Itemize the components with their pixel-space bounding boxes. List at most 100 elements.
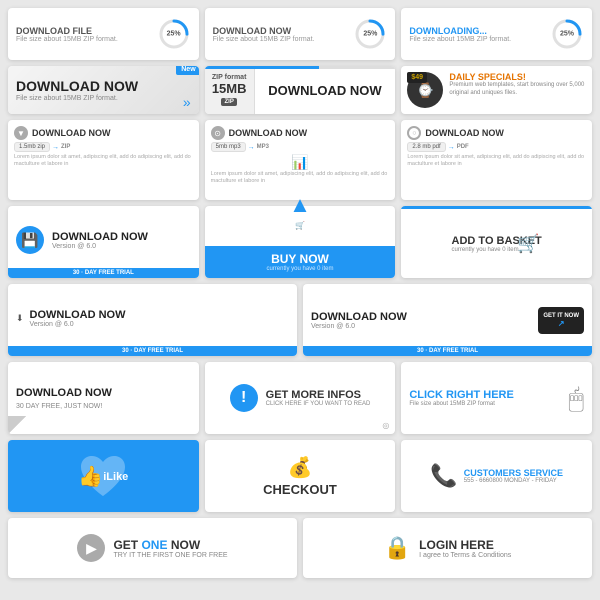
checkout-card[interactable]: 💰 CHECKOUT [205, 440, 396, 512]
thumb-up-icon: 👍 [78, 464, 103, 489]
ilike-label: iLike [103, 471, 128, 483]
arrow-icon-1: → [52, 144, 59, 151]
format-badge-2: MP3 [257, 144, 269, 150]
file-size-tag-1: 1.5mb zip [14, 142, 50, 152]
get-one-card[interactable]: ▶ GET ONE NOW TRY IT THE FIRST ONE FOR F… [8, 518, 297, 578]
get-one-sub: TRY IT THE FIRST ONE FOR FREE [113, 552, 227, 559]
pct-2: 25% [363, 31, 377, 38]
arrow-icon-3: → [448, 144, 455, 151]
file-size-row: 1.5mb zip → ZIP [14, 142, 70, 152]
floppy-icon: 💾 [16, 226, 44, 254]
dl-v2-card[interactable]: 💾 DOWNLOAD NOW Version @ 6.0 30 · DAY FR… [8, 206, 199, 278]
card3-title: Downloading... [409, 26, 550, 36]
click-here-card[interactable]: CLICK RIGHT HERE File size about 15MB ZI… [401, 362, 592, 434]
pct-1: 25% [167, 31, 181, 38]
ribbon-new: New [176, 66, 198, 75]
format-badge-1: ZIP [61, 144, 70, 150]
bar-chart-icon: 📊 [211, 154, 390, 171]
card3-sub: File size about 15MB ZIP format. [409, 36, 550, 43]
dl-mp3-detail-card[interactable]: ⊙ DOWNLOAD NOW 5mb mp3 → MP3 📊 Lorem ips… [205, 120, 396, 200]
zip-left: ZIP format 15MB ZIP [205, 66, 255, 114]
zip-format-label: ZIP format [212, 74, 247, 81]
zip-size-label: 15MB [212, 81, 247, 96]
dl-v2b-icon: ⬇ [16, 313, 24, 324]
get-it-now-card[interactable]: DOWNLOAD NOW Version @ 6.0 GET IT NOW ↗ … [303, 284, 592, 356]
click-here-sub: File size about 15MB ZIP format [409, 401, 514, 407]
basket-sub: currently you have 0 item [452, 247, 519, 253]
dl-v2b-main: DOWNLOAD NOW [30, 309, 126, 321]
get-it-version: Version @ 6.0 [311, 323, 538, 330]
dl-v2-card-b[interactable]: ⬇ DOWNLOAD NOW Version @ 6.0 30 · DAY FR… [8, 284, 297, 356]
dl-v2-main: DOWNLOAD NOW [52, 231, 148, 243]
format-badge-3: PDF [457, 144, 469, 150]
get-one-main: GET ONE NOW [113, 538, 227, 552]
buy-now-card-wrap[interactable]: ▲ 🛒 BUY NOW currently you have 0 item [205, 206, 396, 278]
card2-title: DOWNLOAD NOW [213, 26, 354, 36]
customers-sub: 555 - 6660800 MONDAY - FRIDAY [464, 478, 563, 484]
file-size-tag-2: 5mb mp3 [211, 142, 246, 152]
card1-title: Download file [16, 26, 157, 36]
login-main: LOGIN HERE [419, 538, 511, 552]
basket-icon: 🛒 [517, 233, 539, 254]
daily-content: DAILY SPECIALS! Premium web templates, s… [449, 72, 586, 98]
file-size-tag-3: 2.8 mb pdf [407, 142, 445, 152]
get-it-badge[interactable]: GET IT NOW ↗ [538, 307, 584, 334]
curl-sub: 30 DAY FREE, JUST NOW! [16, 403, 102, 410]
circle-icon: ⊙ [211, 126, 225, 140]
dl-mp3-label: DOWNLOAD NOW [229, 128, 308, 138]
phone-icon: 📞 [430, 463, 457, 489]
get-one-text: GET ONE NOW TRY IT THE FIRST ONE FOR FRE… [113, 538, 227, 559]
get-it-text-area: DOWNLOAD NOW Version @ 6.0 [311, 311, 538, 330]
zip-btn-label: DOWNLOAD NOW [255, 83, 396, 98]
download-big-card[interactable]: New DOWNLOAD NOW File size about 15MB ZI… [8, 66, 199, 114]
get-it-badge-label: GET IT NOW [543, 313, 579, 319]
hand-cursor-icon: 🖱 [568, 385, 584, 411]
card2-sub: File size about 15MB ZIP format. [213, 36, 354, 43]
dl-pdf-detail-card[interactable]: ○ DOWNLOAD NOW 2.8 mb pdf → PDF Lorem ip… [401, 120, 592, 200]
login-card[interactable]: 🔒 LOGIN HERE I agree to Terms & Conditio… [303, 518, 592, 578]
dl-pdf-label: DOWNLOAD NOW [425, 128, 504, 138]
file-size-row-2: 5mb mp3 → MP3 [211, 142, 269, 152]
card1-sub: File size about 15MB ZIP format. [16, 36, 157, 43]
dl-zip-detail-card[interactable]: ▼ DOWNLOAD NOW 1.5mb zip → ZIP Lorem ips… [8, 120, 199, 200]
corner-badge: ◎ [382, 421, 389, 430]
ilike-card[interactable]: 👍 iLike [8, 440, 199, 512]
daily-specials-card[interactable]: ⌚ DAILY SPECIALS! Premium web templates,… [401, 66, 592, 114]
body-text-3: Lorem ipsum dolor sit amet, adipiscing e… [407, 154, 586, 168]
download-file-card[interactable]: Download file File size about 15MB ZIP f… [8, 8, 199, 60]
chevrons-icon: » [183, 94, 191, 110]
zip-download-card[interactable]: ZIP format 15MB ZIP DOWNLOAD NOW [205, 66, 396, 114]
download-now-card-1[interactable]: DOWNLOAD NOW File size about 15MB ZIP fo… [205, 8, 396, 60]
daily-title: DAILY SPECIALS! [449, 72, 586, 82]
lock-icon: 🔒 [384, 535, 411, 561]
click-here-main: CLICK RIGHT HERE [409, 389, 514, 401]
downloading-card[interactable]: Downloading... File size about 15MB ZIP … [401, 8, 592, 60]
arrow-up-icon: ▲ [289, 194, 311, 216]
checkout-main: CHECKOUT [263, 482, 337, 497]
arrow-icon-2: → [248, 144, 255, 151]
trial-bar-1: 30 · DAY FREE TRIAL [8, 268, 199, 278]
get-it-arrow: ↗ [543, 319, 579, 328]
progress-ring-1: 25% [157, 17, 191, 51]
more-infos-sub: CLICK HERE IF YOU WANT TO READ [266, 401, 371, 407]
file-size-row-3: 2.8 mb pdf → PDF [407, 142, 468, 152]
get-it-main: DOWNLOAD NOW [311, 311, 538, 323]
trial-bar-2: 30 · DAY FREE TRIAL [8, 346, 297, 356]
buy-now-sub: currently you have 0 item [209, 266, 392, 272]
body-text-2: Lorem ipsum dolor sit amet, adipiscing e… [211, 171, 390, 185]
more-infos-card[interactable]: ! GET MORE INFOS CLICK HERE IF YOU WANT … [205, 362, 396, 434]
curl-corner-icon [8, 416, 26, 434]
progress-ring-2: 25% [353, 17, 387, 51]
exclamation-icon: ! [230, 384, 258, 412]
dl-big-sub: File size about 15MB ZIP format. [16, 95, 118, 102]
coins-icon: 💰 [288, 455, 313, 480]
login-sub: I agree to Terms & Conditions [419, 552, 511, 559]
basket-card[interactable]: ADD TO BASKET currently you have 0 item … [401, 206, 592, 278]
dl-zip-label: DOWNLOAD NOW [32, 128, 111, 138]
customers-card[interactable]: 📞 CUSTOMERS SERVICE 555 - 6660800 MONDAY… [401, 440, 592, 512]
daily-sub: Premium web templates, start browsing ov… [449, 82, 586, 98]
pct-3: 25% [560, 31, 574, 38]
curl-dl-card[interactable]: DOWNLOAD NOW 30 DAY FREE, JUST NOW! [8, 362, 199, 434]
more-infos-text: GET MORE INFOS CLICK HERE IF YOU WANT TO… [266, 389, 371, 407]
buy-now-label: BUY NOW [209, 252, 392, 266]
